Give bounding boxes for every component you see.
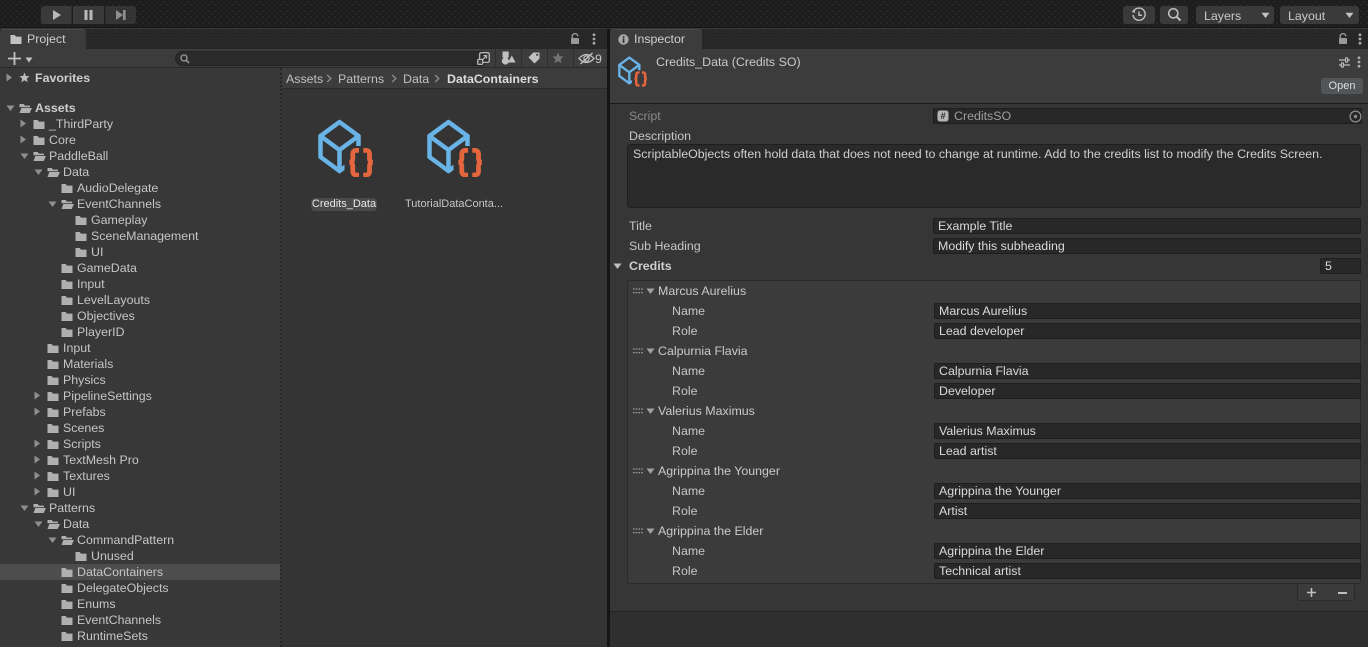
svg-text:#: # <box>940 111 945 121</box>
